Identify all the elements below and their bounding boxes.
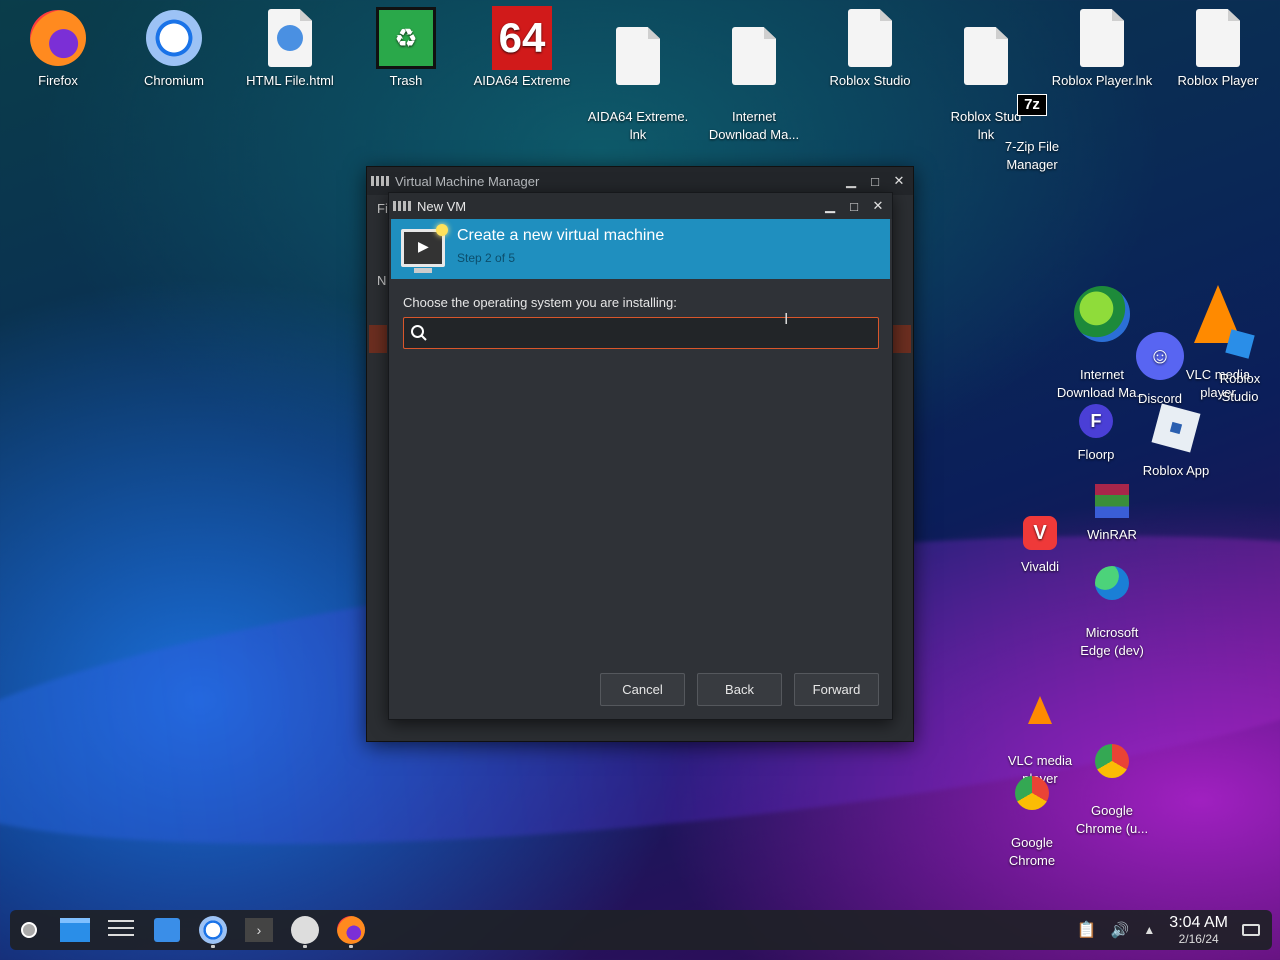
desktop-icon-trash[interactable]: ♻ Trash xyxy=(348,7,464,90)
clipboard-icon[interactable]: 📋 xyxy=(1077,920,1097,940)
desktop-icon-chrome[interactable]: Google Chrome xyxy=(974,758,1090,870)
desktop-icon-label: Roblox Studio xyxy=(1219,371,1261,404)
desktop-icon-label: HTML File.html xyxy=(246,73,334,88)
vivaldi-icon: V xyxy=(1023,516,1057,550)
new-vm-titlebar[interactable]: New VM ▁ □ ✕ xyxy=(389,193,892,219)
minimize-icon[interactable]: ▁ xyxy=(841,171,861,191)
wizard-step: Step 2 of 5 xyxy=(457,251,516,265)
maximize-icon[interactable]: □ xyxy=(865,171,885,191)
close-icon[interactable]: ✕ xyxy=(889,171,909,191)
os-prompt-label: Choose the operating system you are inst… xyxy=(403,295,677,310)
back-button[interactable]: Back xyxy=(697,673,782,706)
os-search-box[interactable] xyxy=(403,317,879,349)
system-tray: 📋 🔊 ▲ 3:04 AM 2/16/24 xyxy=(1077,914,1272,946)
desktop-icon-label: Roblox Player xyxy=(1177,73,1259,88)
forward-button[interactable]: Forward xyxy=(794,673,879,706)
seven-zip-icon: 7z xyxy=(1017,94,1047,116)
software-store-icon[interactable] xyxy=(148,911,186,949)
os-search-input[interactable] xyxy=(428,319,878,347)
maximize-icon[interactable]: □ xyxy=(844,196,864,216)
file-icon xyxy=(1188,8,1248,68)
volume-icon[interactable]: 🔊 xyxy=(1111,921,1130,939)
floorp-icon: F xyxy=(1079,404,1113,438)
desktop-icon-label: AIDA64 Extreme xyxy=(473,73,571,88)
desktop-icon-label: Firefox xyxy=(38,73,78,88)
desktop-icon-7zip[interactable]: 7z 7-Zip File Manager xyxy=(974,76,1090,174)
vmm-logo-icon xyxy=(393,201,411,211)
desktop-icon-label: Roblox Studio xyxy=(829,73,911,88)
file-manager-icon[interactable] xyxy=(56,911,94,949)
close-icon[interactable]: ✕ xyxy=(868,196,888,216)
roblox-studio-icon xyxy=(1225,329,1255,359)
wizard-title: Create a new virtual machine xyxy=(457,227,665,244)
roblox-app-icon xyxy=(1151,403,1201,453)
vmm-logo-icon xyxy=(371,176,389,186)
taskbar: › 📋 🔊 ▲ 3:04 AM 2/16/24 xyxy=(10,910,1272,950)
vmm-column-name: N xyxy=(377,273,387,288)
file-icon xyxy=(724,26,784,86)
chromium-icon xyxy=(144,8,204,68)
desktop-icon-label: Roblox App xyxy=(1142,463,1210,478)
desktop-icon-label: AIDA64 Extreme. lnk xyxy=(587,109,689,142)
terminal-icon[interactable]: › xyxy=(240,911,278,949)
new-vm-monitor-icon xyxy=(401,224,448,273)
clock-date: 2/16/24 xyxy=(1178,932,1219,946)
text-cursor-icon: I xyxy=(784,311,789,328)
wizard-header: Create a new virtual machine Step 2 of 5 xyxy=(391,219,890,279)
desktop-icon-aida64-lnk[interactable]: AIDA64 Extreme. lnk xyxy=(580,8,696,144)
desktop-icon-roblox-studio-file[interactable]: Roblox Studio xyxy=(812,8,928,90)
desktop-icon-chromium[interactable]: Chromium xyxy=(116,8,232,90)
edge-dev-icon xyxy=(1095,566,1129,600)
html-file-icon xyxy=(260,8,320,68)
system-settings-icon[interactable] xyxy=(102,911,140,949)
vmm-title: Virtual Machine Manager xyxy=(395,173,540,189)
clock-time: 3:04 AM xyxy=(1169,914,1228,931)
desktop-icon-idm-file[interactable]: Internet Download Ma... xyxy=(696,8,812,144)
tray-expand-icon[interactable]: ▲ xyxy=(1143,923,1155,937)
app-launcher-icon[interactable] xyxy=(10,911,48,949)
desktop-icon-firefox[interactable]: Firefox xyxy=(0,8,116,90)
trash-icon: ♻ xyxy=(376,7,436,69)
desktop-icon-label: Internet Download Ma... xyxy=(708,109,800,142)
desktop-icon-roblox-app[interactable]: Roblox App xyxy=(1118,403,1234,480)
search-icon xyxy=(411,325,427,341)
show-desktop-icon[interactable] xyxy=(1242,924,1260,936)
clock[interactable]: 3:04 AM 2/16/24 xyxy=(1169,914,1228,946)
desktop-icon-label: Google Chrome xyxy=(1008,835,1056,868)
firefox-icon xyxy=(28,8,88,68)
desktop-icon-label: Microsoft Edge (dev) xyxy=(1080,625,1144,658)
desktop-icon-label: 7-Zip File Manager xyxy=(1004,139,1060,172)
new-vm-title: New VM xyxy=(417,198,467,214)
file-icon xyxy=(608,26,668,86)
desktop-icon-aida64[interactable]: 64 AIDA64 Extreme xyxy=(464,6,580,90)
cancel-button[interactable]: Cancel xyxy=(600,673,685,706)
firefox-taskbar-icon[interactable] xyxy=(332,911,370,949)
aida64-icon: 64 xyxy=(492,6,552,70)
desktop-icon-edge-dev[interactable]: Microsoft Edge (dev) xyxy=(1054,548,1170,660)
new-vm-dialog: New VM ▁ □ ✕ Create a new virtual machin… xyxy=(388,192,893,720)
desktop-icon-label: Floorp xyxy=(1077,447,1115,462)
discord-icon: ☺ xyxy=(1130,326,1190,386)
minimize-icon[interactable]: ▁ xyxy=(820,196,840,216)
file-icon xyxy=(840,8,900,68)
desktop-icon-roblox-player[interactable]: Roblox Player xyxy=(1160,8,1276,90)
vmm-selected-row-left[interactable] xyxy=(369,325,387,353)
desktop-icon-discord[interactable]: ☺ Discord xyxy=(1102,326,1218,408)
virt-manager-taskbar-icon[interactable] xyxy=(286,911,324,949)
vmm-titlebar[interactable]: Virtual Machine Manager ▁ □ ✕ xyxy=(367,167,913,195)
chromium-taskbar-icon[interactable] xyxy=(194,911,232,949)
desktop-icon-label: Chromium xyxy=(144,73,204,88)
vlc-icon xyxy=(1028,696,1052,724)
desktop-icon-html-file[interactable]: HTML File.html xyxy=(232,8,348,90)
file-icon xyxy=(1072,8,1132,68)
chrome-icon xyxy=(1095,744,1129,778)
vmm-selected-row-right[interactable] xyxy=(893,325,911,353)
winrar-icon xyxy=(1095,484,1129,518)
os-results-list[interactable] xyxy=(403,355,879,665)
chrome-icon xyxy=(1015,776,1049,810)
vmm-menu-file[interactable]: Fi xyxy=(377,201,388,216)
desktop-icon-label: Trash xyxy=(389,73,423,88)
